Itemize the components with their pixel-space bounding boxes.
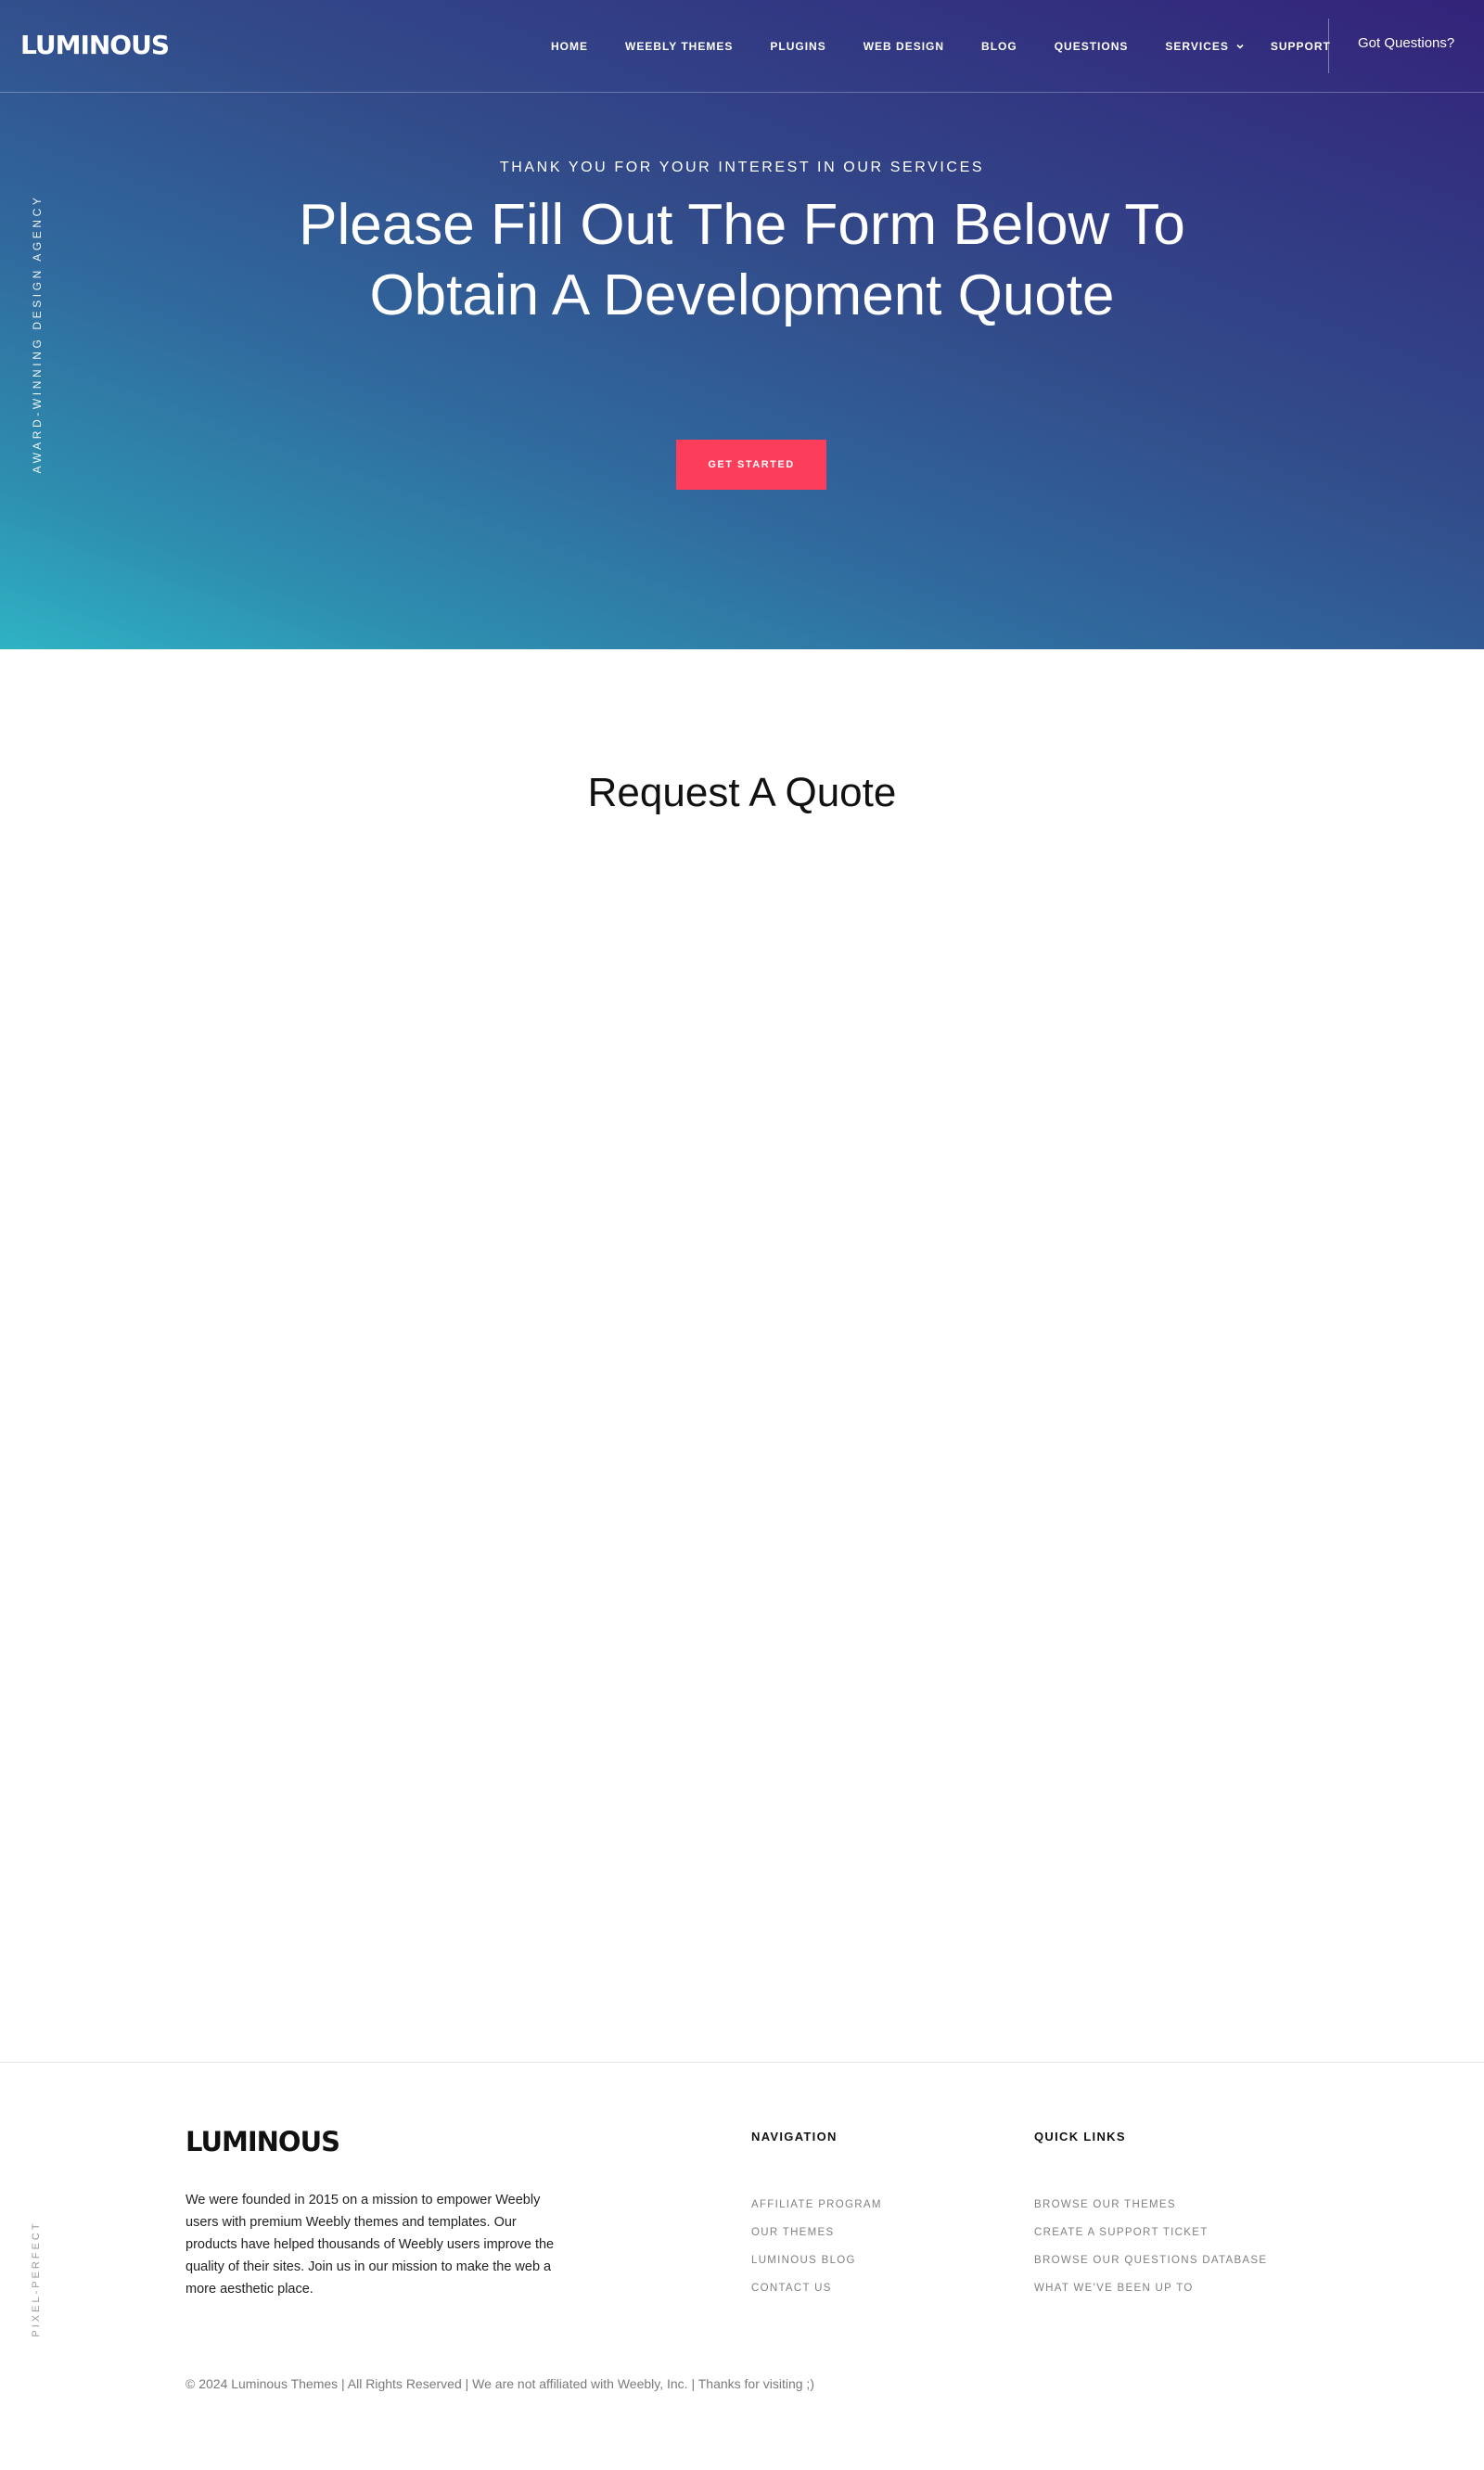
hero-eyebrow: THANK YOU FOR YOUR INTEREST IN OUR SERVI… xyxy=(499,160,985,175)
top-navigation: LUMINOUS HOME WEEBLY THEMES PLUGINS WEB … xyxy=(0,0,1484,93)
get-started-button[interactable]: GET STARTED xyxy=(676,440,826,490)
logo-text: LUMINOUS xyxy=(20,30,170,60)
hero-title: Please Fill Out The Form Below To Obtain… xyxy=(299,193,1185,327)
footer-link-browse-themes[interactable]: BROWSE OUR THEMES xyxy=(1034,2191,1267,2219)
side-tagline: AWARD-WINNING DESIGN AGENCY xyxy=(31,194,44,474)
request-quote-title: Request A Quote xyxy=(587,770,897,815)
nav-item-home[interactable]: HOME xyxy=(551,40,588,53)
site-logo[interactable]: LUMINOUS xyxy=(20,30,170,60)
footer-side-tagline: PIXEL-PERFECT xyxy=(31,2220,42,2337)
copyright-text: © 2024 Luminous Themes | All Rights Rese… xyxy=(186,2376,814,2391)
footer-link-affiliate-program[interactable]: AFFILIATE PROGRAM xyxy=(751,2191,882,2219)
footer-link-been-up-to[interactable]: WHAT WE'VE BEEN UP TO xyxy=(1034,2274,1267,2302)
nav-item-blog[interactable]: BLOG xyxy=(981,40,1017,53)
footer-quick-links-list: BROWSE OUR THEMES CREATE A SUPPORT TICKE… xyxy=(1034,2191,1267,2302)
chevron-down-icon xyxy=(1236,44,1244,49)
footer-link-luminous-blog[interactable]: LUMINOUS BLOG xyxy=(751,2246,882,2274)
footer-link-contact-us[interactable]: CONTACT US xyxy=(751,2274,882,2302)
hero-section: LUMINOUS HOME WEEBLY THEMES PLUGINS WEB … xyxy=(0,0,1484,649)
footer-quick-links-title: QUICK LINKS xyxy=(1034,2130,1126,2144)
nav-item-questions[interactable]: QUESTIONS xyxy=(1055,40,1129,53)
footer-link-questions-database[interactable]: BROWSE OUR QUESTIONS DATABASE xyxy=(1034,2246,1267,2274)
footer-navigation-list: AFFILIATE PROGRAM OUR THEMES LUMINOUS BL… xyxy=(751,2191,882,2302)
nav-item-plugins[interactable]: PLUGINS xyxy=(770,40,825,53)
nav-item-support[interactable]: SUPPORT xyxy=(1271,40,1331,53)
nav-item-web-design[interactable]: WEB DESIGN xyxy=(864,40,944,53)
nav-item-weebly-themes[interactable]: WEEBLY THEMES xyxy=(625,40,733,53)
got-questions-link[interactable]: Got Questions? xyxy=(1358,35,1454,51)
main-menu: HOME WEEBLY THEMES PLUGINS WEB DESIGN BL… xyxy=(551,0,1331,93)
nav-item-services-label: SERVICES xyxy=(1165,40,1229,53)
footer-link-our-themes[interactable]: OUR THEMES xyxy=(751,2219,882,2246)
footer-link-support-ticket[interactable]: CREATE A SUPPORT TICKET xyxy=(1034,2219,1267,2246)
nav-divider xyxy=(1328,19,1329,73)
nav-item-services[interactable]: SERVICES xyxy=(1165,40,1244,53)
footer-logo[interactable]: LUMINOUS xyxy=(186,2126,340,2157)
footer-navigation-title: NAVIGATION xyxy=(751,2130,838,2144)
footer-about-text: We were founded in 2015 on a mission to … xyxy=(186,2193,555,2297)
site-footer: PIXEL-PERFECT LUMINOUS We were founded i… xyxy=(0,2062,1484,2470)
